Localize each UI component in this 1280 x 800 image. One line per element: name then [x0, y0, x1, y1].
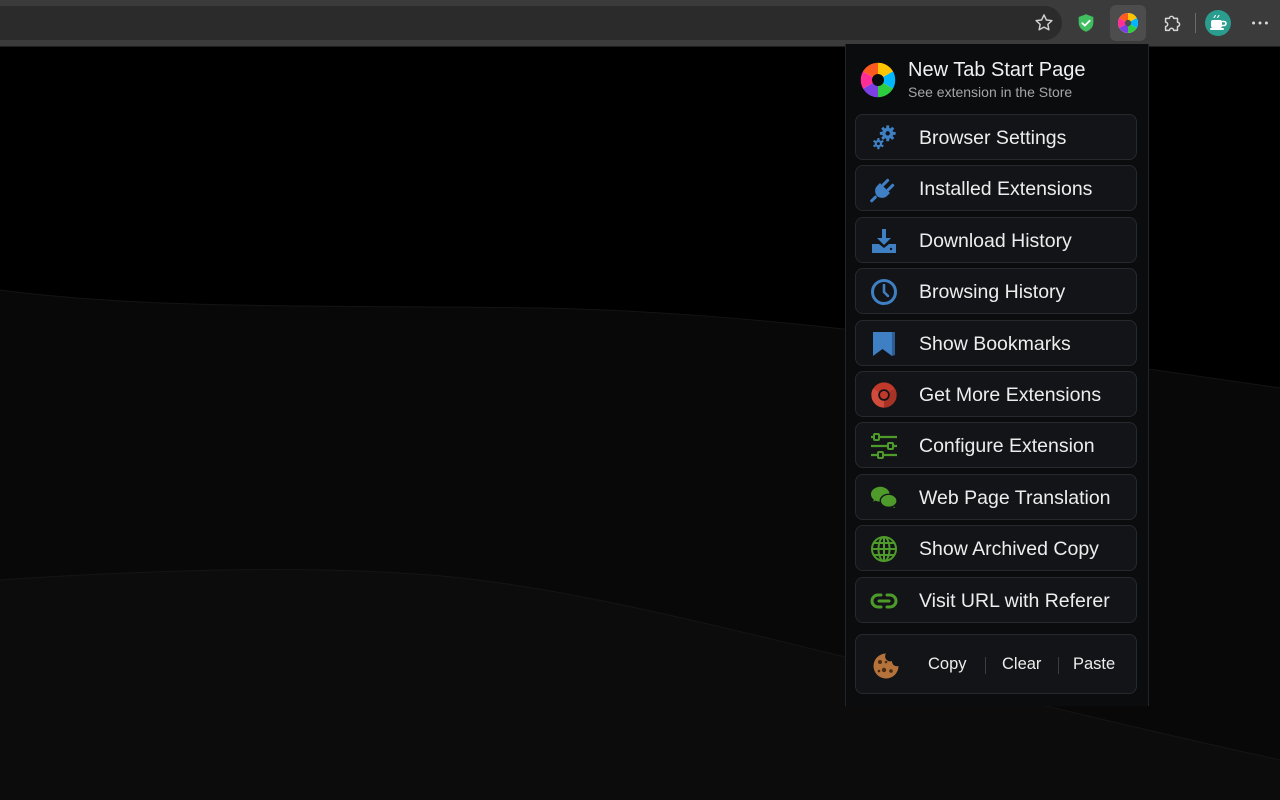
bookmark-star-button[interactable] [1026, 6, 1062, 40]
toolbar-divider [1195, 13, 1196, 33]
link-icon [870, 587, 898, 615]
menu-item-download-history[interactable]: Download History [855, 217, 1137, 263]
menu-item-configure-extension[interactable]: Configure Extension [855, 422, 1137, 468]
separator [1058, 657, 1059, 674]
new-tab-start-page-icon [1118, 13, 1138, 33]
menu-item-browser-settings[interactable]: Browser Settings [855, 114, 1137, 160]
menu-item-label: Browsing History [919, 281, 1066, 303]
shield-extension-button[interactable] [1068, 5, 1104, 41]
menu-item-get-more-extensions[interactable]: Get More Extensions [855, 371, 1137, 417]
menu-item-label: Installed Extensions [919, 178, 1093, 200]
more-icon [1252, 21, 1268, 25]
clock-icon [870, 278, 898, 306]
star-icon [1035, 14, 1053, 31]
cookie-paste-button[interactable]: Paste [1073, 655, 1115, 674]
menu-item-label: Get More Extensions [919, 384, 1102, 406]
cookie-copy-button[interactable]: Copy [928, 655, 967, 674]
extension-popup: New Tab Start Page See extension in the … [845, 44, 1149, 706]
shield-icon [1078, 14, 1094, 32]
menu-item-show-archived-copy[interactable]: Show Archived Copy [855, 525, 1137, 571]
menu-item-label: Visit URL with Referer [919, 590, 1110, 612]
menu-item-web-page-translation[interactable]: Web Page Translation [855, 474, 1137, 520]
menu-item-label: Show Bookmarks [919, 333, 1071, 355]
extensions-button[interactable] [1154, 5, 1190, 41]
profile-avatar [1205, 10, 1231, 36]
menu-item-visit-url-with-referer[interactable]: Visit URL with Referer [855, 577, 1137, 623]
menu-item-label: Configure Extension [919, 435, 1095, 457]
cookie-actions: Copy Clear Paste [855, 634, 1137, 694]
cookie-icon [873, 653, 899, 679]
menu-item-label: Show Archived Copy [919, 538, 1099, 560]
menu-item-show-bookmarks[interactable]: Show Bookmarks [855, 320, 1137, 366]
browser-menu-button[interactable] [1242, 5, 1278, 41]
menu-item-browsing-history[interactable]: Browsing History [855, 268, 1137, 314]
new-tab-start-page-extension-button[interactable] [1110, 5, 1146, 41]
browser-toolbar [0, 0, 1280, 46]
sliders-icon [870, 432, 898, 460]
chrome-icon [870, 381, 898, 409]
globe-icon [870, 535, 898, 563]
menu-item-label: Download History [919, 230, 1072, 252]
bookmark-icon [870, 330, 898, 358]
gears-icon [870, 124, 898, 152]
popup-header[interactable]: New Tab Start Page See extension in the … [858, 58, 1138, 102]
menu-item-label: Web Page Translation [919, 487, 1111, 509]
puzzle-icon [1164, 15, 1181, 32]
store-link[interactable]: See extension in the Store [908, 84, 1072, 100]
plug-icon [870, 175, 898, 203]
separator [985, 657, 986, 674]
chat-icon [870, 484, 898, 512]
menu-item-label: Browser Settings [919, 127, 1067, 149]
menu-item-installed-extensions[interactable]: Installed Extensions [855, 165, 1137, 211]
cookie-clear-button[interactable]: Clear [1002, 655, 1041, 674]
profile-button[interactable] [1200, 5, 1236, 41]
address-bar[interactable] [0, 6, 1062, 40]
popup-title: New Tab Start Page [908, 59, 1086, 81]
download-icon [870, 227, 898, 255]
new-tab-start-page-logo [859, 61, 897, 99]
